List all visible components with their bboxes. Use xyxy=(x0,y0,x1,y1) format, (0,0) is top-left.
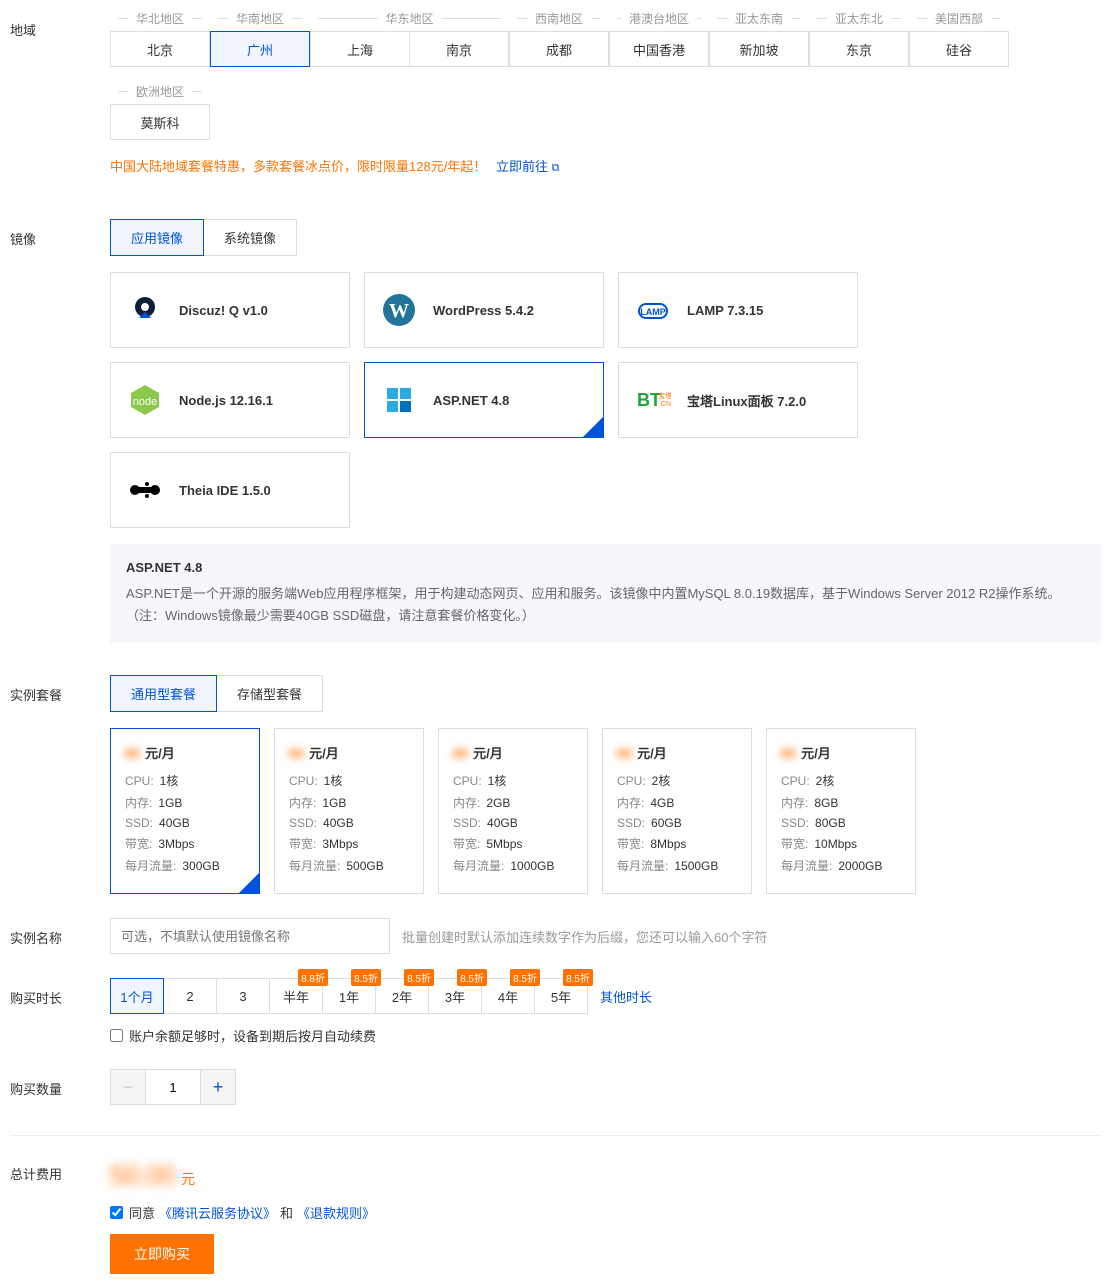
image-card-name: WordPress 5.4.2 xyxy=(433,303,534,318)
image-label: 镜像 xyxy=(10,219,110,651)
duration-button[interactable]: 3 xyxy=(216,978,270,1014)
duration-button[interactable]: 1个月 xyxy=(110,978,164,1014)
region-group-header: 华东地区 xyxy=(310,10,509,27)
instance-name-hint: 批量创建时默认添加连续数字作为后缀，您还可以输入60个字符 xyxy=(402,927,767,946)
buy-button[interactable]: 立即购买 xyxy=(110,1234,214,1274)
image-tab[interactable]: 应用镜像 xyxy=(110,219,204,256)
discount-badge: 8.5折 xyxy=(510,969,540,986)
discount-badge: 8.8折 xyxy=(298,969,328,986)
duration-button[interactable]: 2 xyxy=(163,978,217,1014)
aspnet-icon xyxy=(381,382,417,418)
image-tab[interactable]: 系统镜像 xyxy=(203,219,297,256)
duration-button[interactable]: 5年8.5折 xyxy=(534,978,588,1014)
image-card[interactable]: W WordPress 5.4.2 xyxy=(364,272,604,348)
discount-badge: 8.5折 xyxy=(404,969,434,986)
image-card[interactable]: ASP.NET 4.8 xyxy=(364,362,604,438)
region-group-header: 亚太东南 xyxy=(709,10,809,27)
promo-link[interactable]: 立即前往 ⧉ xyxy=(496,159,560,174)
plan-tab[interactable]: 存储型套餐 xyxy=(216,675,323,712)
discount-badge: 8.5折 xyxy=(351,969,381,986)
duration-button[interactable]: 4年8.5折 xyxy=(481,978,535,1014)
region-button[interactable]: 成都 xyxy=(509,31,609,67)
plan-tab[interactable]: 通用型套餐 xyxy=(110,675,217,712)
plan-price: 88 元/月 xyxy=(617,743,737,762)
plan-price: 88 元/月 xyxy=(781,743,901,762)
region-label: 地域 xyxy=(10,10,110,195)
image-card-name: Discuz! Q v1.0 xyxy=(179,303,268,318)
quantity-plus-button[interactable]: + xyxy=(200,1069,236,1105)
discuz-icon xyxy=(127,292,163,328)
service-agreement-link[interactable]: 《腾讯云服务协议》 xyxy=(159,1203,276,1222)
image-card-name: 宝塔Linux面板 7.2.0 xyxy=(687,391,806,410)
duration-label: 购买时长 xyxy=(10,978,110,1045)
total-price: 50.00元 xyxy=(110,1160,379,1191)
external-link-icon: ⧉ xyxy=(552,162,560,174)
image-card[interactable]: Discuz! Q v1.0 xyxy=(110,272,350,348)
plan-price: 88 元/月 xyxy=(453,743,573,762)
lamp-icon: LAMP xyxy=(635,292,671,328)
image-description: ASP.NET 4.8 ASP.NET是一个开源的服务端Web应用程序框架，用于… xyxy=(110,544,1101,643)
auto-renew-checkbox[interactable] xyxy=(110,1029,123,1042)
quantity-minus-button[interactable]: − xyxy=(110,1069,146,1105)
duration-button[interactable]: 3年8.5折 xyxy=(428,978,482,1014)
image-card[interactable]: LAMP LAMP 7.3.15 xyxy=(618,272,858,348)
region-group-header: 华南地区 xyxy=(210,10,310,27)
duration-button[interactable]: 半年8.8折 xyxy=(269,978,323,1014)
plan-card[interactable]: 88 元/月 CPU:1核 内存:1GB SSD:40GB 带宽:3Mbps 每… xyxy=(274,728,424,894)
nodejs-icon: node xyxy=(127,382,163,418)
image-card-name: Theia IDE 1.5.0 xyxy=(179,483,271,498)
region-button[interactable]: 东京 xyxy=(809,31,909,67)
duration-button[interactable]: 1年8.5折 xyxy=(322,978,376,1014)
region-button[interactable]: 莫斯科 xyxy=(110,104,210,140)
auto-renew-label: 账户余额足够时，设备到期后按月自动续费 xyxy=(129,1026,376,1045)
bt-icon: BT宝塔.CN xyxy=(635,382,671,418)
image-card-name: ASP.NET 4.8 xyxy=(433,393,509,408)
duration-button[interactable]: 2年8.5折 xyxy=(375,978,429,1014)
plan-card[interactable]: 88 元/月 CPU:1核 内存:2GB SSD:40GB 带宽:5Mbps 每… xyxy=(438,728,588,894)
svg-text:W: W xyxy=(389,300,409,322)
region-group-header: 华北地区 xyxy=(110,10,210,27)
quantity-input[interactable] xyxy=(146,1069,200,1105)
plan-card[interactable]: 88 元/月 CPU:2核 内存:8GB SSD:80GB 带宽:10Mbps … xyxy=(766,728,916,894)
region-group-header: 亚太东北 xyxy=(809,10,909,27)
plan-card[interactable]: 88 元/月 CPU:1核 内存:1GB SSD:40GB 带宽:3Mbps 每… xyxy=(110,728,260,894)
image-card[interactable]: Theia IDE 1.5.0 xyxy=(110,452,350,528)
region-button[interactable]: 硅谷 xyxy=(909,31,1009,67)
theia-icon xyxy=(127,472,163,508)
agree-text: 同意 xyxy=(129,1203,155,1222)
image-card[interactable]: node Node.js 12.16.1 xyxy=(110,362,350,438)
instance-name-label: 实例名称 xyxy=(10,918,110,954)
total-label: 总计费用 xyxy=(10,1160,110,1274)
discount-badge: 8.5折 xyxy=(457,969,487,986)
region-button[interactable]: 上海 xyxy=(310,31,410,67)
svg-text:LAMP: LAMP xyxy=(640,307,666,317)
promo-banner: 中国大陆地域套餐特惠，多款套餐冰点价，限时限量128元/年起！ 立即前往 ⧉ xyxy=(110,156,1101,175)
region-group-header: 港澳台地区 xyxy=(609,10,709,27)
region-button[interactable]: 北京 xyxy=(110,31,210,67)
refund-rules-link[interactable]: 《退款规则》 xyxy=(297,1203,375,1222)
svg-text:宝塔: 宝塔 xyxy=(658,391,671,400)
image-card-name: Node.js 12.16.1 xyxy=(179,393,273,408)
svg-text:node: node xyxy=(133,396,157,408)
image-card[interactable]: BT宝塔.CN 宝塔Linux面板 7.2.0 xyxy=(618,362,858,438)
plan-card[interactable]: 88 元/月 CPU:2核 内存:4GB SSD:60GB 带宽:8Mbps 每… xyxy=(602,728,752,894)
plan-label: 实例套餐 xyxy=(10,675,110,894)
plan-price: 88 元/月 xyxy=(125,743,245,762)
plan-price: 88 元/月 xyxy=(289,743,409,762)
region-group-header: 西南地区 xyxy=(509,10,609,27)
region-button[interactable]: 中国香港 xyxy=(609,31,709,67)
quantity-label: 购买数量 xyxy=(10,1069,110,1105)
region-button[interactable]: 新加坡 xyxy=(709,31,809,67)
agree-checkbox[interactable] xyxy=(110,1206,123,1219)
image-card-name: LAMP 7.3.15 xyxy=(687,303,763,318)
other-duration-link[interactable]: 其他时长 xyxy=(600,987,652,1006)
svg-text:.CN: .CN xyxy=(659,401,671,408)
region-group-header: 欧洲地区 xyxy=(110,83,210,100)
instance-name-input[interactable] xyxy=(110,918,390,954)
region-button[interactable]: 南京 xyxy=(409,31,509,67)
region-button[interactable]: 广州 xyxy=(210,31,310,67)
wordpress-icon: W xyxy=(381,292,417,328)
discount-badge: 8.5折 xyxy=(563,969,593,986)
region-group-header: 美国西部 xyxy=(909,10,1009,27)
